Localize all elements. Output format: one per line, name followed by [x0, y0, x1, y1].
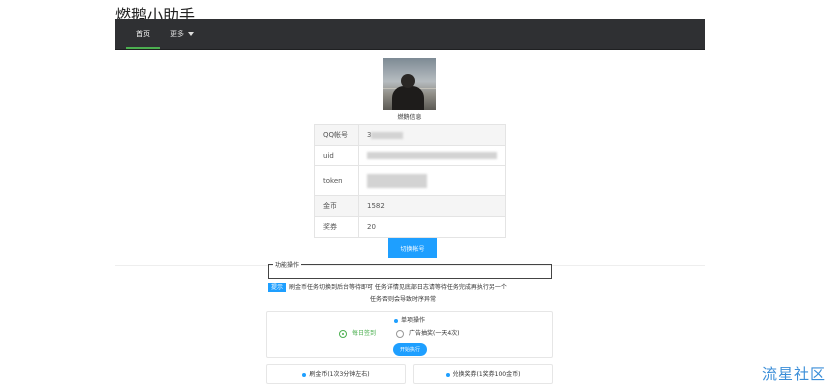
redacted-block	[367, 173, 427, 188]
avatar-caption: 燃鹅信息	[397, 114, 422, 121]
exchange-title: 兑换奖券(1奖券100金币)	[414, 369, 552, 378]
dot-icon	[445, 372, 450, 377]
table-row: 金币 1582	[314, 195, 506, 217]
tip-text-line2: 任务否则会导致时序异常	[369, 296, 436, 303]
radio-checked-icon	[339, 329, 347, 338]
tickets-value: 20	[358, 216, 506, 238]
fieldset-legend: 功能操作	[273, 260, 302, 269]
radio-ad-lottery[interactable]: 广告抽奖(一天4次)	[396, 329, 460, 339]
switch-account-button[interactable]: 切换帐号	[388, 238, 437, 258]
radio-label: 每日签到	[352, 330, 377, 337]
table-row: token	[314, 165, 506, 196]
exchange-panel: 兑换奖券(1奖券100金币)	[413, 364, 553, 384]
run-button[interactable]: 开始执行	[393, 343, 427, 356]
account-info-table: QQ帐号 3 uid token 金币 1582 奖券 20	[314, 124, 506, 238]
redacted-block	[371, 131, 404, 139]
radio-daily-checkin[interactable]: 每日签到	[339, 329, 376, 339]
coin-task-panel: 刷金币(1次3分钟左右)	[266, 364, 406, 384]
redacted-block	[367, 152, 497, 159]
dot-icon	[393, 318, 398, 323]
table-row: uid	[314, 145, 506, 166]
token-value	[358, 165, 506, 196]
tip-badge: 提示	[268, 283, 287, 292]
nav-more-dropdown[interactable]: 更多	[170, 19, 194, 49]
qq-number-value: 3	[358, 124, 506, 146]
row-label: token	[314, 165, 359, 196]
row-label: uid	[314, 145, 359, 166]
row-label: QQ帐号	[314, 124, 359, 146]
nav-more-label: 更多	[170, 30, 184, 38]
nav-active-indicator	[126, 47, 160, 49]
navbar: 首页 更多	[115, 19, 705, 50]
coins-value: 1582	[358, 195, 506, 217]
radio-unchecked-icon	[396, 329, 404, 338]
single-ops-title: 单项操作	[267, 315, 552, 324]
row-label: 奖券	[314, 216, 359, 238]
row-label: 金币	[314, 195, 359, 217]
coin-task-title: 刷金币(1次3分钟左右)	[267, 369, 405, 378]
table-row: QQ帐号 3	[314, 124, 506, 146]
radio-label: 广告抽奖(一天4次)	[409, 330, 460, 337]
tip-text-line1: 刷金币任务切换到后台等待即可 任务详情见底部日志请等待任务完成再执行另一个	[289, 284, 507, 291]
watermark: 流星社区	[762, 365, 827, 383]
nav-home-label: 首页	[136, 30, 150, 38]
caret-down-icon	[188, 32, 194, 36]
avatar	[383, 58, 436, 110]
dot-icon	[302, 372, 307, 377]
tip-message: 提示 刷金币任务切换到后台等待即可 任务详情见底部日志请等待任务完成再执行另一个 …	[268, 282, 558, 306]
feature-fieldset	[268, 264, 552, 279]
table-row: 奖券 20	[314, 216, 506, 238]
nav-home[interactable]: 首页	[126, 19, 160, 49]
uid-value	[358, 145, 506, 166]
